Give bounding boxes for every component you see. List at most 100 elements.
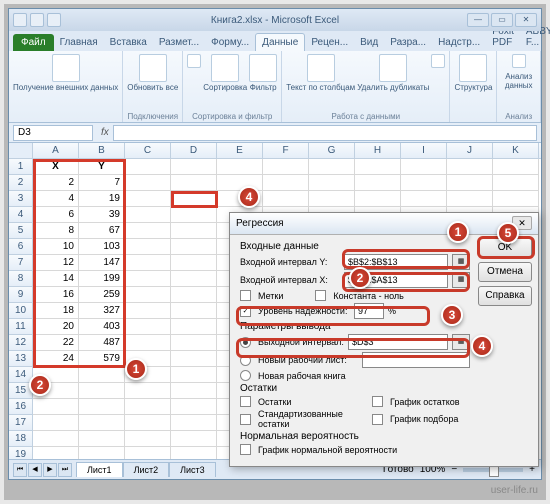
new-workbook-radio[interactable] (240, 370, 251, 381)
normal-prob-checkbox[interactable] (240, 444, 251, 455)
output-range-input[interactable]: $D$3 (348, 334, 448, 350)
tab-view[interactable]: Вид (354, 34, 384, 51)
cell[interactable]: 147 (79, 255, 125, 271)
tab-addins[interactable]: Надстр... (432, 34, 486, 51)
cell[interactable] (171, 383, 217, 399)
output-range-radio[interactable] (240, 337, 251, 348)
formula-bar[interactable] (113, 125, 537, 141)
cell[interactable] (125, 335, 171, 351)
structure-button[interactable]: Структура (454, 54, 492, 93)
col-header[interactable]: G (309, 143, 355, 158)
std-residuals-checkbox[interactable] (240, 414, 251, 425)
row-header[interactable]: 12 (9, 335, 33, 351)
constant-zero-checkbox[interactable] (315, 290, 326, 301)
cell[interactable]: Y (79, 159, 125, 175)
row-header[interactable]: 4 (9, 207, 33, 223)
cell[interactable] (125, 303, 171, 319)
row-header[interactable]: 9 (9, 287, 33, 303)
cell[interactable]: X (33, 159, 79, 175)
labels-checkbox[interactable] (240, 290, 251, 301)
fx-icon[interactable]: fx (97, 127, 113, 138)
row-header[interactable]: 2 (9, 175, 33, 191)
cell[interactable] (401, 175, 447, 191)
row-header[interactable]: 10 (9, 303, 33, 319)
col-header[interactable]: B (79, 143, 125, 158)
cell[interactable]: 14 (33, 271, 79, 287)
cell[interactable] (309, 159, 355, 175)
cell[interactable] (79, 415, 125, 431)
cell[interactable] (355, 191, 401, 207)
cell[interactable]: 24 (33, 351, 79, 367)
filter-button[interactable]: Фильтр (249, 54, 277, 93)
cell[interactable] (125, 271, 171, 287)
cell[interactable]: 12 (33, 255, 79, 271)
cell[interactable]: 7 (79, 175, 125, 191)
sort-button[interactable]: Сортировка (203, 54, 247, 93)
cell[interactable] (171, 351, 217, 367)
qat-save-icon[interactable] (13, 13, 27, 27)
cell[interactable] (217, 159, 263, 175)
zoom-slider[interactable] (463, 468, 523, 472)
cell[interactable] (171, 399, 217, 415)
cell[interactable] (171, 239, 217, 255)
cell[interactable] (171, 175, 217, 191)
cell[interactable] (171, 319, 217, 335)
cell[interactable]: 16 (33, 287, 79, 303)
cell[interactable] (171, 303, 217, 319)
cell[interactable]: 67 (79, 223, 125, 239)
sheet-tab[interactable]: Лист1 (76, 462, 123, 477)
close-button[interactable]: ✕ (515, 13, 537, 27)
cell[interactable] (355, 159, 401, 175)
cell[interactable] (79, 367, 125, 383)
cell[interactable] (447, 159, 493, 175)
cell[interactable] (33, 447, 79, 459)
cell[interactable] (125, 287, 171, 303)
sheet-tab[interactable]: Лист3 (169, 462, 216, 477)
ref-button-icon[interactable]: ▦ (452, 272, 470, 288)
cell[interactable] (33, 399, 79, 415)
remove-duplicates-button[interactable]: Удалить дубликаты (357, 54, 429, 93)
cell[interactable] (263, 191, 309, 207)
cell[interactable] (125, 175, 171, 191)
residuals-checkbox[interactable] (240, 396, 251, 407)
cell[interactable] (79, 399, 125, 415)
help-button[interactable]: Справка (478, 286, 532, 306)
cell[interactable] (171, 431, 217, 447)
cell[interactable]: 19 (79, 191, 125, 207)
line-fit-plot-checkbox[interactable] (372, 414, 383, 425)
row-header[interactable]: 11 (9, 319, 33, 335)
cell[interactable]: 39 (79, 207, 125, 223)
cell[interactable]: 327 (79, 303, 125, 319)
col-header[interactable]: A (33, 143, 79, 158)
cell[interactable]: 259 (79, 287, 125, 303)
tab-data[interactable]: Данные (255, 33, 305, 51)
cell[interactable] (493, 159, 539, 175)
cell[interactable]: 8 (33, 223, 79, 239)
cell[interactable]: 403 (79, 319, 125, 335)
new-worksheet-radio[interactable] (240, 355, 251, 366)
cell[interactable] (263, 159, 309, 175)
cell[interactable] (171, 255, 217, 271)
tab-dev[interactable]: Разра... (384, 34, 432, 51)
cell[interactable]: 22 (33, 335, 79, 351)
col-header[interactable]: H (355, 143, 401, 158)
cell[interactable]: 2 (33, 175, 79, 191)
row-header[interactable]: 8 (9, 271, 33, 287)
cell[interactable] (171, 287, 217, 303)
cell[interactable] (171, 223, 217, 239)
ref-button-icon[interactable]: ▦ (452, 254, 470, 270)
cell[interactable]: 10 (33, 239, 79, 255)
tab-review[interactable]: Рецен... (305, 34, 354, 51)
col-header[interactable]: C (125, 143, 171, 158)
cell[interactable] (79, 431, 125, 447)
row-header[interactable]: 16 (9, 399, 33, 415)
cell[interactable] (447, 191, 493, 207)
name-box[interactable]: D3 (13, 125, 93, 141)
cell[interactable] (125, 239, 171, 255)
confidence-input[interactable]: 97 (354, 303, 384, 319)
cell[interactable] (125, 415, 171, 431)
text-to-columns-button[interactable]: Текст по столбцам (286, 54, 355, 93)
qat-undo-icon[interactable] (30, 13, 44, 27)
tab-file[interactable]: Файл (13, 34, 54, 51)
cell[interactable] (493, 175, 539, 191)
